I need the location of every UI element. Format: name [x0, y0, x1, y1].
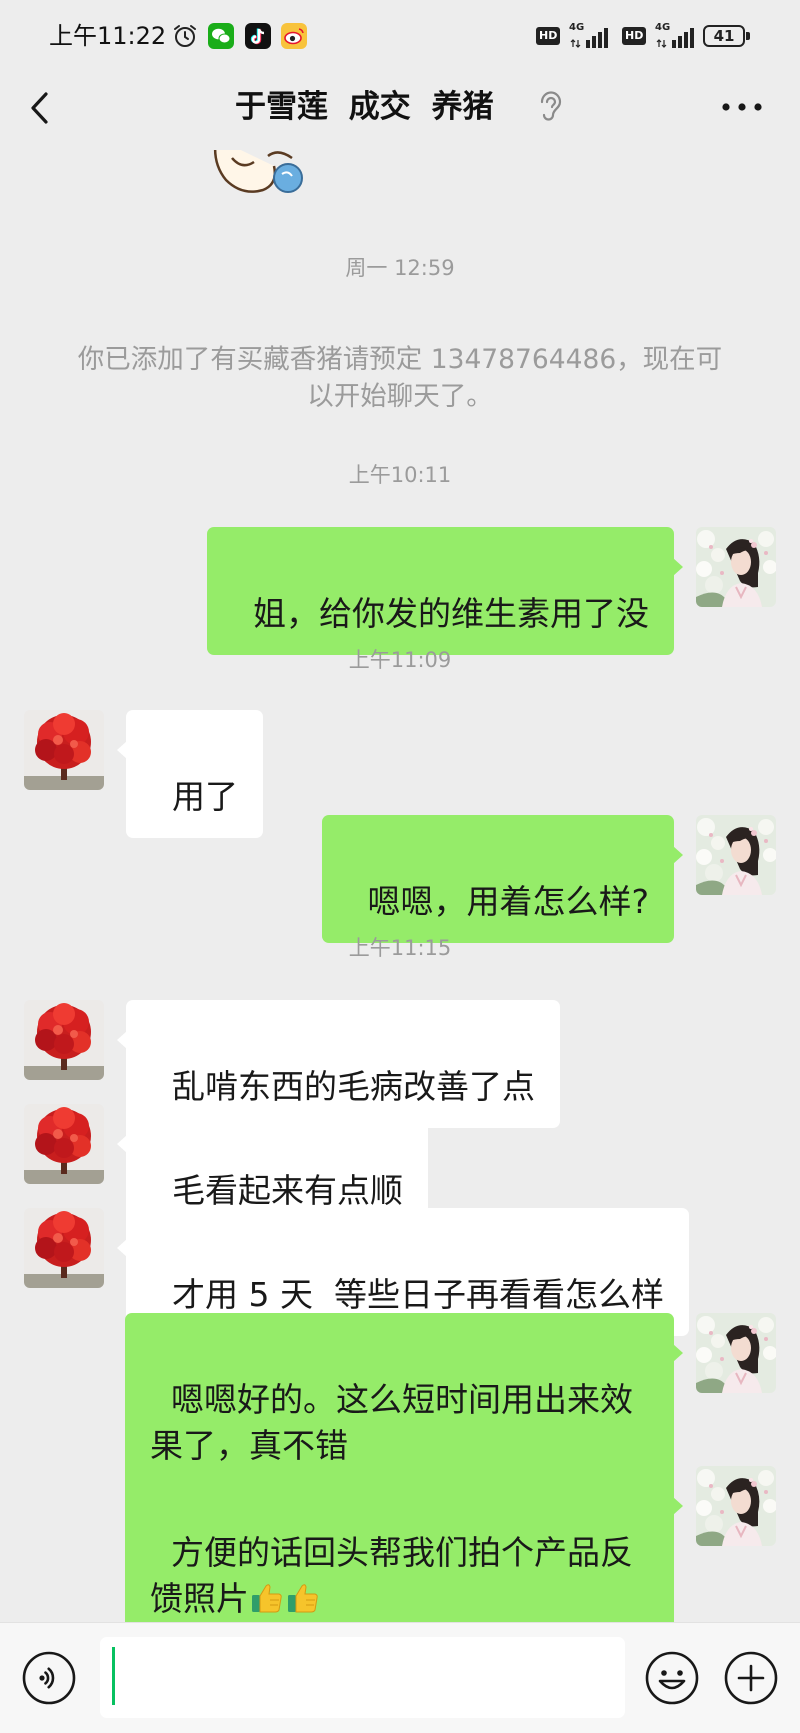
network-signal-sim1: HD 4G [536, 22, 612, 50]
message-text: 嗯嗯好的。这么短时间用出来效果了，真不错 [150, 1380, 633, 1465]
message-text: 嗯嗯，用着怎么样? [367, 882, 649, 921]
timestamp: 上午11:15 [348, 936, 452, 960]
contact-avatar[interactable] [24, 1208, 104, 1288]
system-notice: 你已添加了有买藏香猪请预定 13478764486，现在可以开始聊天了。 [77, 344, 723, 412]
message-text: 乱啃东西的毛病改善了点 [171, 1067, 535, 1106]
emoji-icon[interactable] [644, 1650, 700, 1706]
self-avatar[interactable] [696, 1466, 776, 1546]
chevron-left-icon[interactable] [24, 87, 54, 129]
outgoing-message-bubble[interactable]: 姐，给你发的维生素用了没 [207, 527, 683, 655]
incoming-message-bubble[interactable]: 用了 [117, 710, 263, 838]
signal-bars-icon [570, 28, 608, 48]
wechat-icon [208, 23, 234, 49]
plus-icon[interactable] [723, 1650, 779, 1706]
timestamp: 上午11:09 [348, 648, 452, 672]
outgoing-message-bubble[interactable]: 嗯嗯好的。这么短时间用出来效果了，真不错 [125, 1313, 683, 1487]
status-bar: 上午11:22 HD 4G HD 4G 41 [0, 0, 800, 66]
message-text: 方便的话回头帮我们拍个产品反馈照片 [150, 1533, 633, 1618]
contact-avatar[interactable] [24, 1000, 104, 1080]
message-text: 毛看起来有点顺 [171, 1171, 403, 1210]
timestamp: 上午10:11 [348, 463, 452, 487]
tiktok-icon [245, 23, 271, 49]
self-avatar[interactable] [696, 527, 776, 607]
weibo-icon [281, 23, 307, 49]
message-text: 用了 [171, 777, 238, 816]
ear-icon [540, 91, 562, 121]
message-text: 姐，给你发的维生素用了没 [253, 594, 649, 633]
status-time: 上午11:22 [49, 22, 167, 50]
timestamp: 周一 12:59 [345, 256, 455, 280]
thumbs-up-icon [288, 1584, 318, 1613]
chat-title: 于雪莲 成交 养猪 [235, 89, 494, 125]
self-avatar[interactable] [696, 1313, 776, 1393]
battery-indicator: 41 [703, 25, 745, 47]
hd-badge: HD [622, 27, 647, 45]
hd-badge: HD [536, 27, 561, 45]
alarm-icon [174, 25, 196, 47]
message-input[interactable] [100, 1637, 625, 1718]
more-dots-icon[interactable] [720, 98, 764, 116]
contact-avatar[interactable] [24, 1104, 104, 1184]
message-text: 才用 5 天 等些日子再看看怎么样 [171, 1275, 664, 1314]
network-signal-sim2: HD 4G [622, 22, 698, 50]
signal-bars-icon [656, 28, 694, 48]
contact-avatar[interactable] [24, 710, 104, 790]
input-bar [0, 1622, 800, 1733]
battery-nub [746, 32, 750, 40]
outgoing-message-bubble[interactable]: 嗯嗯，用着怎么样? [321, 815, 683, 943]
outgoing-message-bubble[interactable]: 方便的话回头帮我们拍个产品反馈照片 [125, 1466, 683, 1640]
thumbs-up-icon [252, 1584, 282, 1613]
voice-icon[interactable] [21, 1650, 77, 1706]
self-avatar[interactable] [696, 815, 776, 895]
chat-header: 于雪莲 成交 养猪 [0, 66, 800, 150]
text-caret [112, 1647, 115, 1705]
